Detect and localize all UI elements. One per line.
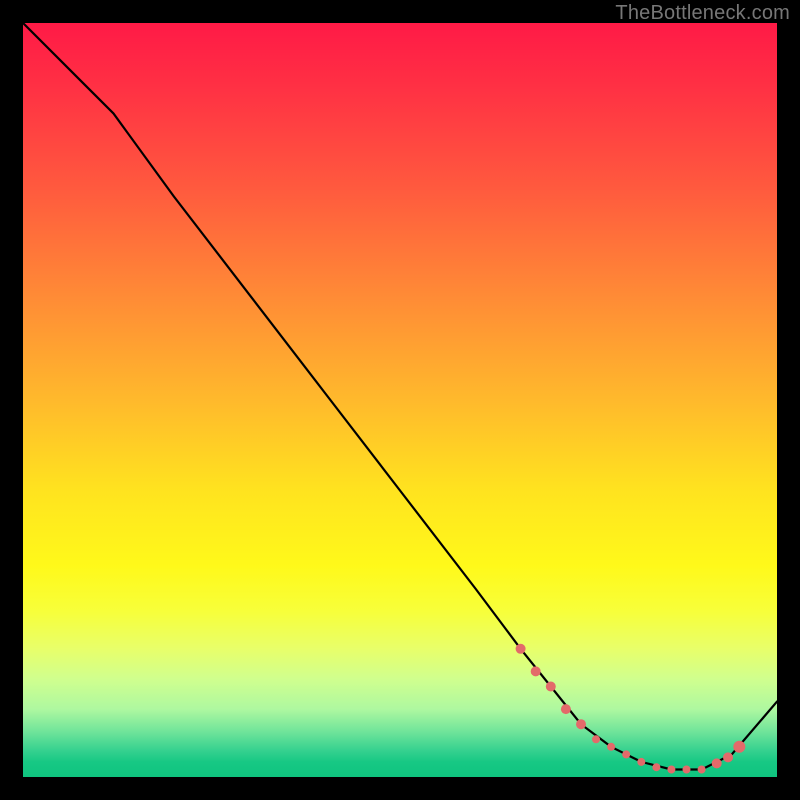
- marker-dot: [712, 758, 722, 768]
- marker-dot: [607, 743, 615, 751]
- marker-dot: [698, 766, 706, 774]
- marker-dot: [652, 763, 660, 771]
- chart-svg: [23, 23, 777, 777]
- marker-dot: [546, 682, 556, 692]
- marker-dot: [637, 758, 645, 766]
- marker-dot: [667, 766, 675, 774]
- marker-dot: [561, 704, 571, 714]
- series-curve: [23, 23, 777, 770]
- chart-stage: TheBottleneck.com: [0, 0, 800, 800]
- marker-dot: [516, 644, 526, 654]
- marker-dot: [592, 735, 600, 743]
- marker-dot: [683, 766, 691, 774]
- marker-dot: [723, 752, 733, 762]
- watermark-label: TheBottleneck.com: [615, 2, 790, 25]
- marker-dot: [622, 750, 630, 758]
- plot-area: [23, 23, 777, 777]
- marker-dot: [576, 719, 586, 729]
- highlight-markers: [516, 644, 746, 774]
- marker-dot: [531, 666, 541, 676]
- marker-dot: [733, 741, 745, 753]
